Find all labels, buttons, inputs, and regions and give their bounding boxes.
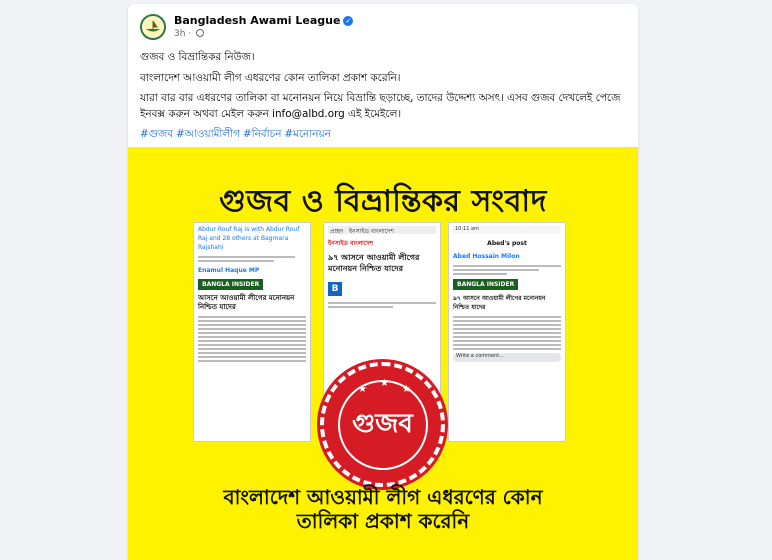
page-name[interactable]: Bangladesh Awami League ✓: [174, 14, 354, 27]
verified-icon: ✓: [343, 16, 354, 26]
shot2-kicker: ইনসাইড বাংলাদেশ: [328, 240, 374, 247]
page-name-text[interactable]: Bangladesh Awami League: [174, 14, 340, 27]
shot2-nav: প্রচ্ছদ ইনসাইড বাংলাদেশ: [328, 226, 436, 235]
poster-footer-line-1: বাংলাদেশ আওয়ামী লীগ এধরণের কোন: [223, 485, 543, 509]
poster-footer: বাংলাদেশ আওয়ামী লীগ এধরণের কোন তালিকা প…: [128, 485, 638, 533]
post-image[interactable]: গুজব ও বিভ্রান্তিকর সংবাদ Abdur Rouf Raj…: [128, 147, 638, 560]
stamp-text: গুজব: [337, 379, 428, 470]
shot3-title: Abed's post: [487, 240, 527, 247]
shot1-logo: BANGLA INSIDER: [198, 279, 264, 290]
post-line-3: যারা বার বার এধরণের তালিকা বা মনোনয়ন নি…: [140, 92, 621, 120]
shot3-table: [453, 316, 561, 350]
shot2-tab-2: ইনসাইড বাংলাদেশ: [349, 228, 394, 235]
poster-footer-line-2: তালিকা প্রকাশ করেনি: [296, 509, 470, 533]
screenshot-facebook-post: Abdur Rouf Raj is with Abdur Rouf Raj an…: [193, 222, 311, 442]
screenshot-abed-post: 10:11 am Abed's post Abed Hossain Milon …: [448, 222, 566, 442]
post-meta: 3h ·: [174, 29, 205, 39]
shot1-headline: আসনে আওয়ামী লীগের মনোনয়ন নিশ্চিত যাদের: [198, 294, 295, 311]
shot3-status: 10:11 am: [453, 226, 561, 234]
shot2-headline: ৯৭ আসনে আওয়ামী লীগের মনোনয়ন নিশ্চিত যা…: [328, 253, 420, 273]
post-line-1: গুজব ও বিভ্রান্তিকর নিউজ।: [140, 51, 255, 63]
facebook-post-card: Bangladesh Awami League ✓ 3h · গুজব ও বিভ…: [128, 4, 638, 560]
post-header: Bangladesh Awami League ✓ 3h ·: [140, 14, 620, 44]
post-time[interactable]: 3h: [174, 29, 185, 39]
hashtag-link[interactable]: #গুজব: [140, 128, 173, 140]
b-logo-icon: B: [328, 282, 342, 296]
hashtag-link[interactable]: #মনোনয়ন: [284, 128, 330, 140]
star-icon: ★: [402, 384, 411, 395]
star-icon: ★: [380, 378, 389, 389]
shot3-author: Abed Hossain Milon: [453, 253, 520, 260]
shot2-tab-1: প্রচ্ছদ: [330, 228, 344, 235]
globe-icon: [196, 29, 205, 37]
shot1-author: Abdur Rouf Raj is with Abdur Rouf Raj an…: [198, 226, 300, 251]
hashtag-link[interactable]: #নির্বাচন: [243, 128, 282, 140]
shot1-mention: Enamul Haque MP: [198, 267, 260, 274]
shot1-text-lines: [198, 256, 306, 262]
post-line-2: বাংলাদেশ আওয়ামী লীগ এধরণের কোন তালিকা প…: [140, 71, 401, 84]
shot3-comment-box: Write a comment...: [453, 353, 561, 362]
shot1-table: [198, 316, 306, 362]
shot3-text-lines: [453, 265, 561, 275]
boat-logo-icon: [144, 18, 162, 36]
shot3-logo: BANGLA INSIDER: [453, 279, 519, 290]
hashtag-link[interactable]: #আওয়ামীলীগ: [176, 128, 240, 140]
hashtags: #গুজব #আওয়ামীলীগ #নির্বাচন #মনোনয়ন: [140, 127, 630, 143]
poster-title: গুজব ও বিভ্রান্তিকর সংবাদ: [219, 184, 547, 219]
post-text: গুজব ও বিভ্রান্তিকর নিউজ। বাংলাদেশ আওয়া…: [140, 50, 630, 148]
rumor-stamp: ★ ★ ★ গুজব: [320, 362, 445, 487]
shot2-text-lines: [328, 302, 436, 308]
page-avatar[interactable]: [140, 14, 166, 40]
shot3-headline: ৯৭ আসনে আওয়ামী লীগের মনোনয়ন নিশ্চিত যা…: [453, 295, 546, 311]
star-icon: ★: [358, 384, 367, 395]
